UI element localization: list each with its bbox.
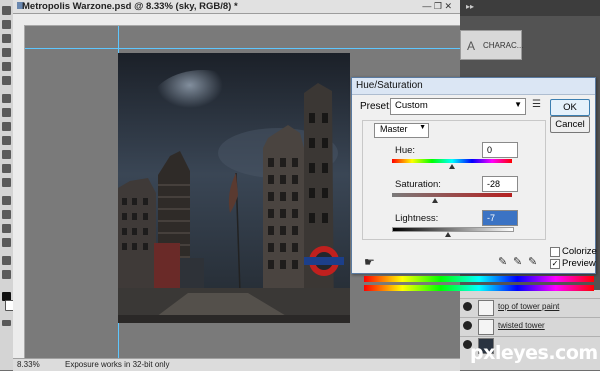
input-color-bar xyxy=(364,276,594,282)
quick-select-tool-icon[interactable] xyxy=(2,48,11,57)
ok-button[interactable]: OK xyxy=(550,99,590,116)
hue-label: Hue: xyxy=(395,145,416,156)
horizontal-ruler[interactable] xyxy=(13,14,460,26)
cancel-button[interactable]: Cancel xyxy=(550,116,590,133)
eyedropper-minus-icon[interactable]: ✎ xyxy=(528,255,537,268)
saturation-slider-thumb[interactable] xyxy=(432,198,439,203)
vertical-ruler[interactable] xyxy=(13,25,25,358)
preset-select[interactable]: Custom ▼ xyxy=(390,98,526,115)
history-brush-tool-icon[interactable] xyxy=(2,136,11,145)
gradient-tool-icon[interactable] xyxy=(2,164,11,173)
chevron-down-icon: ▼ xyxy=(419,124,426,131)
panel-dock-header: ▸▸ xyxy=(460,0,600,16)
layer-thumbnail xyxy=(478,319,494,335)
layer-name: top of tower paint xyxy=(498,302,560,311)
hue-saturation-dialog: Hue/Saturation Preset: Custom ▼ ☰ OK Can… xyxy=(351,77,597,274)
preset-value: Custom xyxy=(395,100,428,111)
crop-tool-icon[interactable] xyxy=(2,62,11,71)
shape-tool-icon[interactable] xyxy=(2,238,11,247)
lightness-label: Lightness: xyxy=(395,213,439,224)
hue-input[interactable]: 0 xyxy=(482,142,518,158)
type-tool-icon[interactable] xyxy=(2,210,11,219)
quick-mask-icon[interactable] xyxy=(2,320,11,326)
window-controls[interactable]: — ❐ ✕ xyxy=(422,1,452,12)
hand-tool-icon[interactable] xyxy=(2,256,11,265)
eraser-tool-icon[interactable] xyxy=(2,150,11,159)
preview-checkbox[interactable]: ✓ xyxy=(550,259,560,269)
watermark: pxleyes.com xyxy=(470,342,598,364)
lightness-slider-thumb[interactable] xyxy=(445,232,452,237)
lightness-input[interactable]: -7 xyxy=(482,210,518,226)
layer-row[interactable]: top of tower paint xyxy=(460,298,600,316)
zoom-readout[interactable]: 8.33% xyxy=(17,360,40,369)
document-title: Metropolis Warzone.psd @ 8.33% (sky, RGB… xyxy=(22,1,238,12)
channel-value: Master xyxy=(380,124,408,134)
status-bar: 8.33% Exposure works in 32-bit only xyxy=(13,358,460,371)
tools-panel xyxy=(0,0,16,370)
dodge-tool-icon[interactable] xyxy=(2,178,11,187)
marquee-tool-icon[interactable] xyxy=(2,20,11,29)
character-panel-button[interactable]: A CHARAC... xyxy=(460,30,524,60)
saturation-input[interactable]: -28 xyxy=(482,176,518,192)
artwork-image xyxy=(118,53,350,323)
targeted-adjustment-icon[interactable]: ☛ xyxy=(364,255,375,269)
adjustment-group xyxy=(362,120,546,240)
clone-stamp-tool-icon[interactable] xyxy=(2,122,11,131)
dialog-title: Hue/Saturation xyxy=(356,80,423,91)
hue-slider-track[interactable] xyxy=(392,159,512,163)
zoom-tool-icon[interactable] xyxy=(2,270,11,279)
layer-row[interactable]: twisted tower xyxy=(460,317,600,335)
preset-options-icon[interactable]: ☰ xyxy=(532,99,541,110)
path-select-tool-icon[interactable] xyxy=(2,224,11,233)
horizontal-guide[interactable] xyxy=(25,48,460,49)
visibility-eye-icon[interactable] xyxy=(463,302,472,311)
document-tab[interactable]: Metropolis Warzone.psd @ 8.33% (sky, RGB… xyxy=(13,0,460,14)
preview-label: Preview xyxy=(562,258,596,269)
eyedropper-plus-icon[interactable]: ✎ xyxy=(513,255,522,268)
status-message: Exposure works in 32-bit only xyxy=(65,360,170,369)
channel-select[interactable]: Master ▼ xyxy=(374,123,429,138)
visibility-eye-icon[interactable] xyxy=(463,321,472,330)
layer-name: twisted tower xyxy=(498,321,545,330)
layer-thumbnail xyxy=(478,300,494,316)
character-panel-label: CHARAC... xyxy=(483,41,524,50)
healing-tool-icon[interactable] xyxy=(2,94,11,103)
character-icon: A xyxy=(467,39,476,53)
dialog-titlebar[interactable]: Hue/Saturation xyxy=(352,78,595,95)
output-color-bar xyxy=(364,285,594,291)
colorize-checkbox[interactable] xyxy=(550,247,560,257)
brush-tool-icon[interactable] xyxy=(2,108,11,117)
hue-slider-thumb[interactable] xyxy=(449,164,455,169)
eyedropper-tool-icon[interactable] xyxy=(2,76,11,85)
preset-label: Preset: xyxy=(360,101,392,112)
saturation-label: Saturation: xyxy=(395,179,441,190)
pen-tool-icon[interactable] xyxy=(2,196,11,205)
chevron-down-icon: ▼ xyxy=(514,100,522,109)
lasso-tool-icon[interactable] xyxy=(2,34,11,43)
lightness-slider-track[interactable] xyxy=(392,227,514,232)
colorize-label: Colorize xyxy=(562,246,597,257)
move-tool-icon[interactable] xyxy=(2,6,11,15)
panel-collapse-icon[interactable]: ▸▸ xyxy=(466,2,474,11)
eyedropper-icon[interactable]: ✎ xyxy=(498,255,507,268)
saturation-slider-track[interactable] xyxy=(392,193,512,197)
